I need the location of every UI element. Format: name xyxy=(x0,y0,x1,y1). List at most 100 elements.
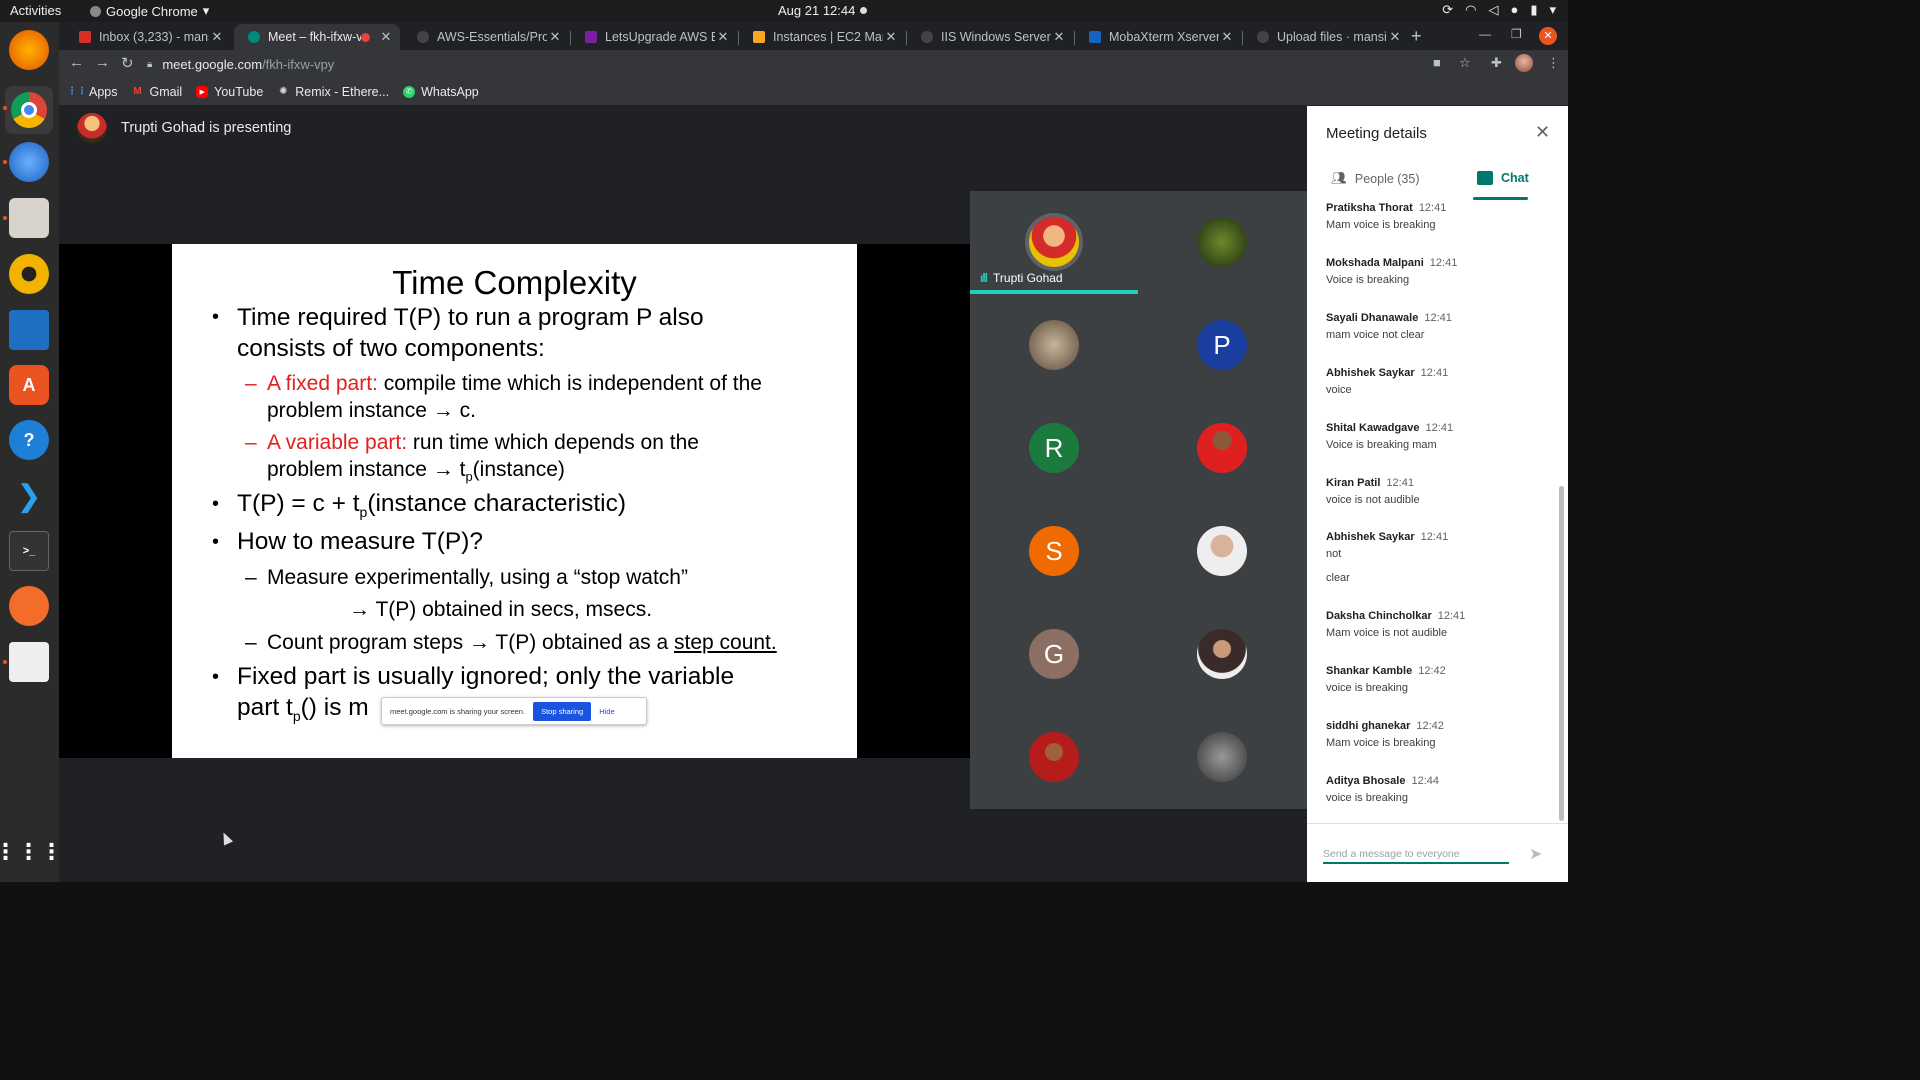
participant-avatar xyxy=(1197,732,1247,782)
slide-title: Time Complexity xyxy=(392,264,637,301)
participant-tile[interactable] xyxy=(970,294,1138,397)
tab-iis[interactable]: IIS Windows Server ✕ xyxy=(907,24,1073,50)
chrome-menu-icon[interactable]: ⋮ xyxy=(1547,55,1560,71)
profile-avatar[interactable] xyxy=(1515,54,1533,72)
document-viewer-icon[interactable] xyxy=(9,642,49,682)
participant-tile[interactable] xyxy=(1138,603,1306,706)
close-icon[interactable]: ✕ xyxy=(1535,122,1550,143)
volume-icon: ◁ xyxy=(1488,2,1499,17)
back-button[interactable]: ← xyxy=(69,54,84,71)
tab-mobaxterm[interactable]: MobaXterm Xserver ✕ xyxy=(1075,24,1241,50)
writer-icon[interactable] xyxy=(9,310,49,350)
chat-message-list[interactable]: Pratiksha Thorat 12:41 Mam voice is break… xyxy=(1307,200,1559,820)
chrome-icon[interactable] xyxy=(5,86,53,134)
meet-stage: Trupti Gohad is presenting Time Complexi… xyxy=(59,106,1307,882)
extensions-icon[interactable]: ✚ xyxy=(1491,55,1502,71)
activities-button[interactable]: Activities xyxy=(10,3,61,18)
participant-tile-speaker[interactable]: ıll Trupti Gohad xyxy=(970,191,1138,294)
thunderbird-icon[interactable] xyxy=(9,142,49,182)
divider xyxy=(1307,823,1568,824)
battery-icon: ▮ xyxy=(1530,2,1538,17)
participant-tile[interactable] xyxy=(970,706,1138,809)
participant-tile[interactable] xyxy=(1138,706,1306,809)
minimize-button[interactable]: — xyxy=(1479,27,1491,41)
bookmark-apps[interactable]: ⋮⋮ Apps xyxy=(67,85,118,99)
participant-avatar xyxy=(1197,217,1247,267)
close-tab-icon[interactable]: ✕ xyxy=(715,29,731,45)
postman-icon[interactable] xyxy=(9,586,49,626)
sync-icon[interactable]: ⟳ xyxy=(1442,2,1453,18)
bookmark-gmail[interactable]: M Gmail xyxy=(132,85,182,99)
camera-icon[interactable]: ■ xyxy=(1433,55,1441,70)
chat-message: Pratiksha Thorat 12:41 Mam voice is break… xyxy=(1326,202,1447,231)
stop-sharing-button[interactable]: Stop sharing xyxy=(533,701,592,721)
participant-tile[interactable] xyxy=(1138,397,1306,500)
tab-title: AWS-Essentials/Proj xyxy=(437,30,547,44)
participant-tile[interactable] xyxy=(1138,191,1306,294)
tab-people[interactable]: 👥︎ People (35) xyxy=(1331,171,1420,186)
chat-message: Abhishek Saykar 12:41 not clear xyxy=(1326,531,1449,584)
presenter-bar: Trupti Gohad is presenting xyxy=(59,106,1307,150)
tab-github[interactable]: AWS-Essentials/Proj ✕ xyxy=(403,24,569,50)
os-top-bar: Activities Google Chrome ▾ Aug 21 12:44 … xyxy=(0,0,1568,22)
slide-line: A fixed part: compile time which is inde… xyxy=(267,372,762,395)
clock[interactable]: Aug 21 12:44 xyxy=(778,3,855,18)
close-tab-icon[interactable]: ✕ xyxy=(1051,29,1067,45)
close-tab-icon[interactable]: ✕ xyxy=(547,29,563,45)
participant-tile[interactable]: R xyxy=(970,397,1138,500)
chat-scrollbar[interactable] xyxy=(1559,486,1564,821)
close-tab-icon[interactable]: ✕ xyxy=(1219,29,1235,45)
app-menu[interactable]: Google Chrome ▾ xyxy=(90,3,209,19)
presentation-slide: Time Complexity • Time required T(P) to … xyxy=(172,244,857,758)
firefox-icon[interactable] xyxy=(9,30,49,70)
new-tab-button[interactable]: + xyxy=(1411,26,1422,47)
reload-button[interactable]: ↻ xyxy=(121,54,134,72)
files-icon[interactable] xyxy=(9,198,49,238)
window-close-button[interactable]: ✕ xyxy=(1539,27,1557,45)
close-tab-icon[interactable]: ✕ xyxy=(883,29,899,45)
help-icon[interactable]: ? xyxy=(9,420,49,460)
chat-input[interactable]: Send a message to everyone xyxy=(1323,844,1509,864)
tab-upload[interactable]: Upload files · mansi0 ✕ xyxy=(1243,24,1409,50)
bookmark-remix[interactable]: ✺ Remix - Ethere... xyxy=(277,85,389,99)
whatsapp-icon: ✆ xyxy=(403,85,416,98)
slide-line: Time required T(P) to run a program P al… xyxy=(237,304,704,331)
participant-tile[interactable]: P xyxy=(1138,294,1306,397)
bookmark-star-icon[interactable]: ☆ xyxy=(1459,55,1471,71)
restore-button[interactable]: ❐ xyxy=(1511,27,1522,41)
address-bar[interactable]: 🔒︎ meet.google.com/fkh-ifxw-vpy xyxy=(147,53,1427,75)
vscode-icon[interactable]: ❯ xyxy=(9,476,49,516)
tab-meet[interactable]: Meet – fkh-ifxw-v ✕ xyxy=(234,24,400,50)
chrome-small-icon xyxy=(90,5,101,17)
tab-ec2[interactable]: Instances | EC2 Mana ✕ xyxy=(739,24,905,50)
terminal-icon[interactable]: >_ xyxy=(9,531,49,571)
tab-title: Upload files · mansi0 xyxy=(1277,30,1387,44)
tab-letsupgrade[interactable]: LetsUpgrade AWS Es ✕ xyxy=(571,24,737,50)
chat-message: Kiran Patil 12:41 voice is not audible xyxy=(1326,477,1420,506)
participant-tile[interactable]: S xyxy=(970,500,1138,603)
screen-share-view[interactable]: Time Complexity • Time required T(P) to … xyxy=(59,244,970,846)
participant-tile[interactable] xyxy=(1138,500,1306,603)
lock-icon[interactable]: 🔒︎ xyxy=(147,59,152,70)
hide-button[interactable]: Hide xyxy=(599,707,614,716)
bookmark-youtube[interactable]: ▶ YouTube xyxy=(196,85,263,99)
bookmark-whatsapp[interactable]: ✆ WhatsApp xyxy=(403,85,479,99)
close-tab-icon[interactable]: ✕ xyxy=(378,29,394,45)
close-tab-icon[interactable]: ✕ xyxy=(209,29,225,45)
system-tray[interactable]: ⟳ ◠ ◁ ● ▮ ▾ xyxy=(1442,2,1556,18)
tab-title: Instances | EC2 Mana xyxy=(773,30,883,44)
close-tab-icon[interactable]: ✕ xyxy=(1387,29,1403,45)
gmail-icon: M xyxy=(133,86,142,97)
slide-line: Fixed part is usually ignored; only the … xyxy=(237,663,735,690)
participant-tile[interactable]: G xyxy=(970,603,1138,706)
tab-chat[interactable]: Chat xyxy=(1477,171,1529,185)
tab-label: People (35) xyxy=(1354,171,1420,186)
show-apps-icon[interactable]: ⋮⋮⋮ xyxy=(0,832,63,872)
send-icon[interactable]: ➤ xyxy=(1529,844,1542,864)
bookmark-label: WhatsApp xyxy=(421,84,479,99)
rhythmbox-icon[interactable] xyxy=(9,254,49,294)
tab-gmail[interactable]: Inbox (3,233) - mansi ✕ xyxy=(65,24,231,50)
sharing-notice-bar: meet.google.com is sharing your screen. … xyxy=(381,697,647,725)
software-center-icon[interactable]: A xyxy=(9,365,49,405)
forward-button[interactable]: → xyxy=(95,54,110,71)
